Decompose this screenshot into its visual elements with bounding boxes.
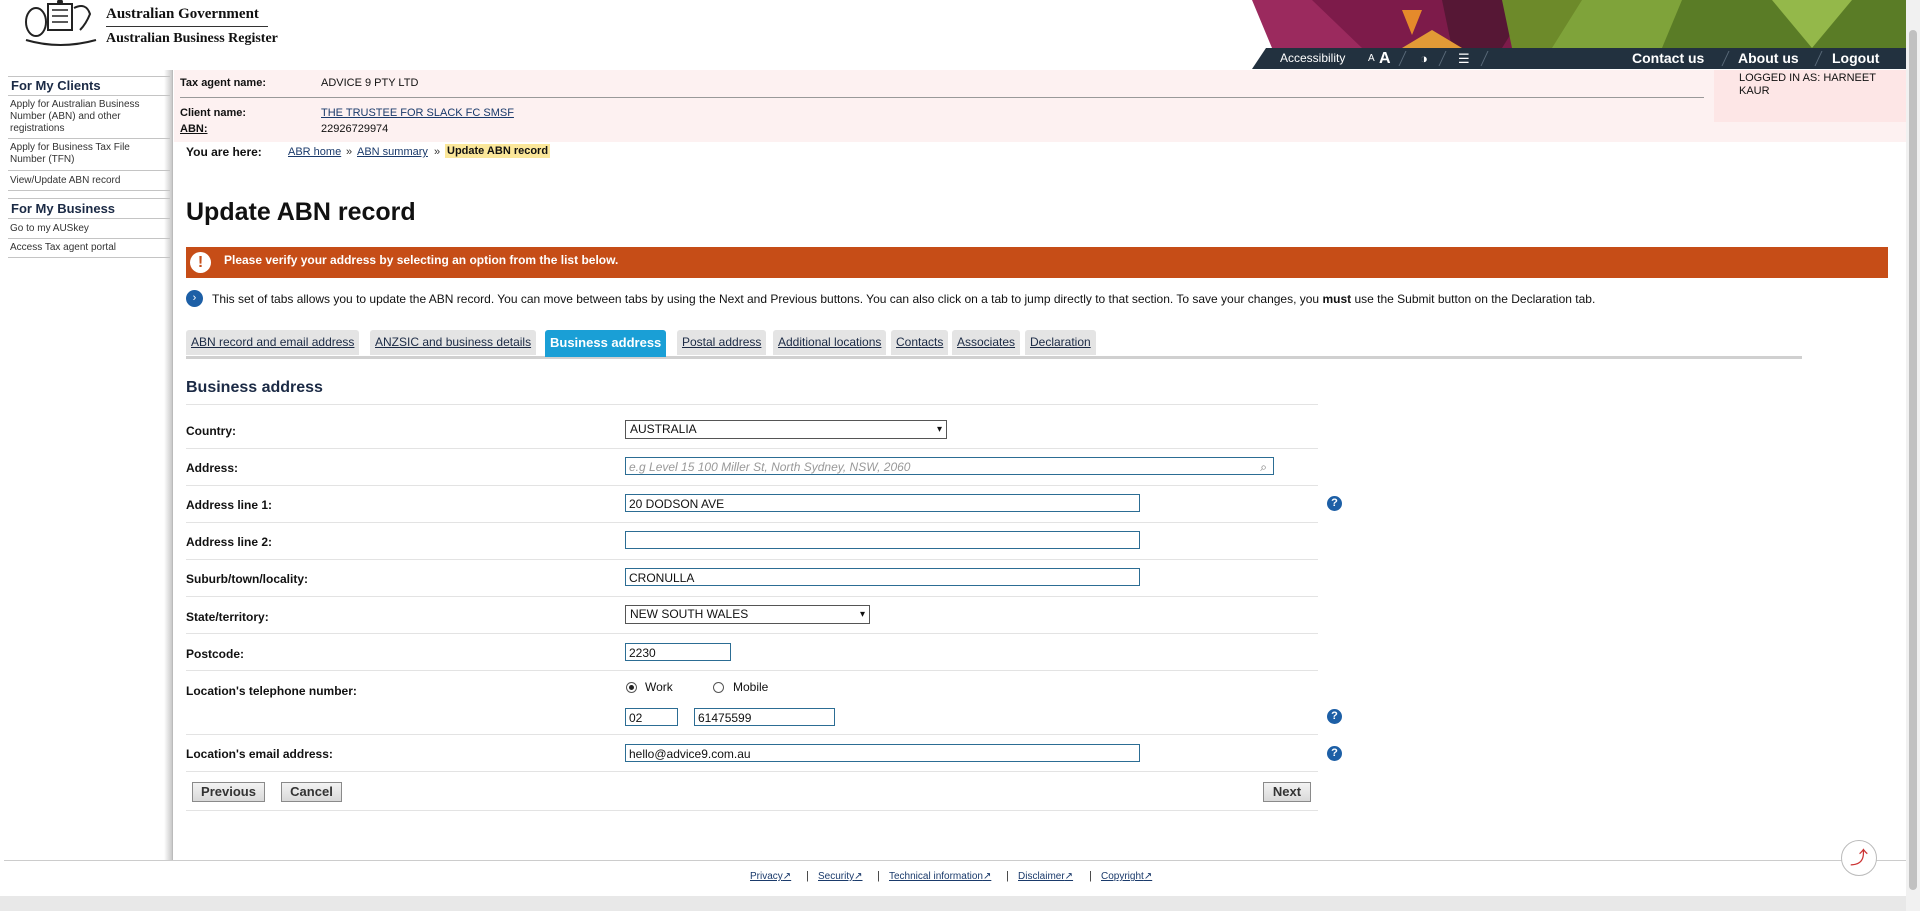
breadcrumb-abn-summary[interactable]: ABN summary (357, 146, 428, 158)
footer-link-copyright[interactable]: Copyright↗ (1101, 871, 1152, 882)
font-decrease-button[interactable]: A (1368, 48, 1375, 69)
exclamation-icon: ! (190, 252, 211, 273)
logout-link[interactable]: Logout (1832, 48, 1879, 69)
address-line2-label: Address line 2: (186, 535, 273, 549)
government-title: Australian Government (106, 6, 259, 22)
title-divider (106, 26, 268, 27)
abn-label: ABN: (180, 123, 208, 135)
phone-type-mobile-label: Mobile (733, 680, 769, 694)
breadcrumb-separator: » (434, 146, 441, 158)
client-name-label: Client name: (180, 107, 247, 119)
section-title: Business address (186, 379, 323, 396)
address-line1-label: Address line 1: (186, 498, 273, 512)
utility-bar: Accessibility A A ◑ ☰ Contact us About u… (1252, 48, 1906, 69)
help-icon[interactable]: ? (1327, 709, 1342, 724)
nav-link-apply-tfn[interactable]: Apply for Business Tax File Number (TFN) (10, 142, 160, 166)
contact-us-link[interactable]: Contact us (1632, 48, 1704, 69)
address-line1-input[interactable]: 20 DODSON AVE (625, 494, 1140, 512)
nav-heading-clients: For My Clients (11, 78, 101, 93)
next-button[interactable]: Next (1263, 782, 1311, 802)
font-increase-button[interactable]: A (1379, 48, 1391, 69)
vertical-scrollbar[interactable] (1906, 0, 1920, 911)
register-title: Australian Business Register (106, 31, 278, 46)
nav-link-auskey[interactable]: Go to my AUSkey (10, 223, 160, 235)
suburb-input[interactable]: CRONULLA (625, 568, 1140, 586)
contrast-icon[interactable]: ◑ (1420, 48, 1428, 69)
phone-type-work-radio[interactable] (626, 682, 637, 693)
address-search-input[interactable]: e.g Level 15 100 Miller St, North Sydney… (625, 457, 1274, 475)
help-icon[interactable]: ? (1327, 496, 1342, 511)
previous-button[interactable]: Previous (192, 782, 265, 802)
footer-link-technical-information[interactable]: Technical information↗ (889, 871, 991, 882)
tax-agent-label: Tax agent name: (180, 77, 266, 89)
site-footer: Privacy↗ | Security↗ | Technical informa… (4, 860, 1906, 897)
suburb-label: Suburb/town/locality: (186, 572, 308, 586)
breadcrumb-abr-home[interactable]: ABR home (288, 146, 341, 158)
help-icon[interactable]: ? (1327, 746, 1342, 761)
decorative-banner (1252, 0, 1906, 48)
footer-link-disclaimer[interactable]: Disclaimer↗ (1018, 871, 1073, 882)
tax-agent-value: ADVICE 9 PTY LTD (321, 77, 419, 89)
page-title: Update ABN record (186, 198, 416, 226)
accessibility-link[interactable]: Accessibility (1280, 48, 1345, 69)
email-input[interactable]: hello@advice9.com.au (625, 744, 1140, 762)
error-alert: ! Please verify your address by selectin… (186, 247, 1888, 278)
alert-message: Please verify your address by selecting … (224, 253, 619, 267)
phone-label: Location's telephone number: (186, 684, 357, 698)
tab-abn-record[interactable]: ABN record and email address (186, 330, 360, 355)
tab-bar-underline (186, 356, 1802, 359)
phone-type-work-label: Work (645, 680, 673, 694)
chevron-right-icon: › (186, 290, 203, 307)
site-header: Australian Government Australian Busines… (0, 0, 1906, 70)
area-code-input[interactable]: 02 (625, 708, 678, 726)
bottom-strip (0, 896, 1906, 911)
panel-divider (180, 97, 1704, 98)
agent-client-panel (174, 70, 1906, 142)
menu-icon[interactable]: ☰ (1458, 48, 1470, 69)
tab-additional-locations[interactable]: Additional locations (773, 330, 887, 355)
postcode-label: Postcode: (186, 647, 245, 661)
tab-declaration[interactable]: Declaration (1025, 330, 1096, 355)
left-navigation: For My Clients Apply for Australian Busi… (4, 70, 173, 860)
pdf-icon[interactable]: ⤴ (1841, 840, 1877, 876)
country-label: Country: (186, 424, 236, 438)
address-label: Address: (186, 461, 239, 475)
tab-contacts[interactable]: Contacts (891, 330, 949, 355)
client-name-link[interactable]: THE TRUSTEE FOR SLACK FC SMSF (321, 107, 514, 119)
chevron-down-icon: ▾ (936, 424, 942, 435)
abn-value: 22926729974 (321, 123, 389, 135)
state-select[interactable]: NEW SOUTH WALES ▾ (625, 605, 870, 624)
chevron-down-icon: ▾ (859, 609, 865, 620)
about-us-link[interactable]: About us (1738, 48, 1799, 69)
logged-in-box: LOGGED IN AS: HARNEET KAUR (1714, 70, 1906, 122)
phone-number-input[interactable]: 61475599 (694, 708, 835, 726)
phone-type-mobile-radio[interactable] (713, 682, 724, 693)
nav-heading-business: For My Business (11, 201, 116, 216)
logged-in-text: LOGGED IN AS: HARNEET KAUR (1739, 72, 1876, 97)
address-line2-input[interactable] (625, 531, 1140, 549)
nav-link-apply-abn[interactable]: Apply for Australian Business Number (AB… (10, 99, 160, 135)
coat-of-arms-logo (25, 0, 97, 46)
email-label: Location's email address: (186, 747, 333, 761)
nav-link-tax-agent-portal[interactable]: Access Tax agent portal (10, 242, 160, 254)
breadcrumb-label: You are here: (186, 145, 262, 159)
breadcrumb-current: Update ABN record (445, 144, 551, 158)
footer-link-privacy[interactable]: Privacy↗ (750, 871, 791, 882)
search-icon[interactable]: ⌕ (1260, 458, 1267, 476)
scrollbar-thumb[interactable] (1909, 30, 1917, 890)
breadcrumb-separator: » (346, 146, 353, 158)
tab-postal-address[interactable]: Postal address (677, 330, 767, 355)
tab-anzsic[interactable]: ANZSIC and business details (370, 330, 537, 355)
state-label: State/territory: (186, 610, 269, 624)
tab-bar: ABN record and email address ANZSIC and … (186, 330, 1802, 360)
tab-business-address[interactable]: Business address (545, 330, 667, 357)
tab-associates[interactable]: Associates (952, 330, 1021, 355)
postcode-input[interactable]: 2230 (625, 643, 731, 661)
country-select[interactable]: AUSTRALIA ▾ (625, 420, 947, 439)
cancel-button[interactable]: Cancel (281, 782, 342, 802)
nav-link-view-update-abn[interactable]: View/Update ABN record (10, 175, 160, 187)
tabs-info-text: This set of tabs allows you to update th… (212, 292, 1596, 306)
footer-link-security[interactable]: Security↗ (818, 871, 863, 882)
